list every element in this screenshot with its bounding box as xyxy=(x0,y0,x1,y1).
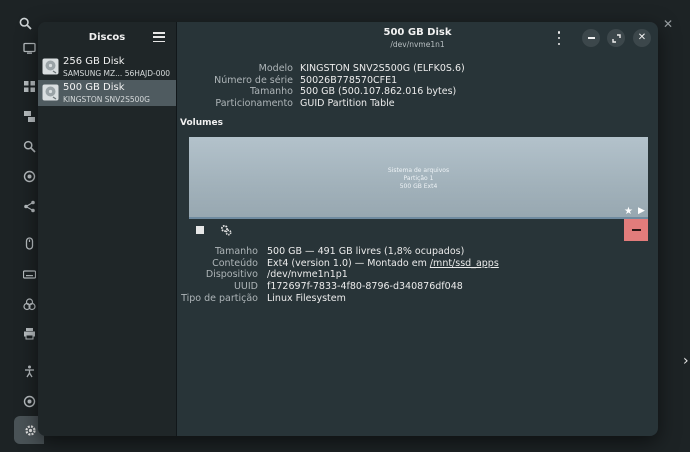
disk-name: 500 GB Disk xyxy=(63,82,125,93)
printer-icon[interactable] xyxy=(21,325,37,341)
disk-drive-icon xyxy=(42,58,59,75)
partition-label-uuid: UUID xyxy=(233,281,258,292)
info-label-partitioning: Particionamento xyxy=(215,98,293,109)
partition-options-button[interactable] xyxy=(215,219,237,240)
keyboard-icon[interactable] xyxy=(21,266,37,282)
unmount-button[interactable] xyxy=(189,219,211,240)
disk-list-item-selected[interactable]: 500 GB Disk KINGSTON SNV2S500G xyxy=(38,80,176,106)
partition-label-content: Conteúdo xyxy=(212,258,258,269)
disk-list-item[interactable]: 256 GB Disk SAMSUNG MZ... 56HAJD-000 xyxy=(38,54,176,80)
volume-partition: Partição 1 xyxy=(403,175,434,182)
accessibility-icon[interactable] xyxy=(21,363,37,379)
minimize-button[interactable] xyxy=(582,29,600,47)
settings-content-edge xyxy=(658,0,690,452)
close-icon: ✕ xyxy=(637,32,647,43)
sharing-icon[interactable] xyxy=(21,393,37,409)
content-text: Ext4 (version 1.0) — Montado em xyxy=(267,258,430,269)
maximize-button[interactable] xyxy=(607,29,625,47)
stop-icon xyxy=(196,225,204,234)
disk-name: 256 GB Disk xyxy=(63,56,125,67)
gear-icon xyxy=(22,422,38,438)
partition-value-type: Linux Filesystem xyxy=(267,293,346,304)
delete-partition-button[interactable] xyxy=(624,219,648,241)
partition-value-device: /dev/nvme1n1p1 xyxy=(267,269,348,280)
star-icon: ★ xyxy=(624,206,633,217)
color-icon[interactable] xyxy=(21,296,37,312)
partition-volume[interactable]: Sistema de arquivos Partição 1 500 GB Ex… xyxy=(189,137,648,219)
disks-sidebar: Discos 256 GB Disk SAMSUNG MZ... 56HAJD-… xyxy=(38,22,177,436)
info-value-size: 500 GB (500.107.862.016 bytes) xyxy=(300,86,457,97)
mount-point-link[interactable]: /mnt/ssd_apps xyxy=(430,258,499,269)
partition-value-size: 500 GB — 491 GB livres (1,8% ocupados) xyxy=(267,246,465,257)
partition-label-type: Tipo de partição xyxy=(181,293,258,304)
maximize-icon xyxy=(611,33,621,43)
privacy-icon[interactable] xyxy=(21,168,37,184)
disk-model: SAMSUNG MZ... 56HAJD-000 xyxy=(63,69,171,78)
gears-icon xyxy=(221,224,232,236)
volumes-heading: Volumes xyxy=(180,118,223,128)
info-value-model: KINGSTON SNV2S500G (ELFK0S.6) xyxy=(300,63,465,74)
partition-value-content: Ext4 (version 1.0) — Montado em /mnt/ssd… xyxy=(267,258,499,269)
volume-type: Sistema de arquivos xyxy=(387,167,450,174)
hamburger-icon[interactable] xyxy=(153,31,165,43)
grid-icon[interactable] xyxy=(21,78,37,94)
info-value-serial: 50026B778570CFE1 xyxy=(300,75,398,86)
partition-label-device: Dispositivo xyxy=(205,269,258,280)
share-icon[interactable] xyxy=(21,198,37,214)
kebab-menu-icon[interactable] xyxy=(549,31,569,45)
disks-window: Discos 256 GB Disk SAMSUNG MZ... 56HAJD-… xyxy=(38,22,658,436)
info-label-size: Tamanho xyxy=(250,86,293,97)
play-icon: ▶ xyxy=(638,206,645,216)
info-label-serial: Número de série xyxy=(214,75,293,86)
mouse-icon[interactable] xyxy=(21,235,37,251)
disk-model: KINGSTON SNV2S500G xyxy=(63,95,150,104)
sidebar-header: Discos xyxy=(38,22,176,54)
chevron-right-icon: › xyxy=(683,353,689,369)
minus-icon xyxy=(631,229,641,231)
minimize-icon xyxy=(587,37,595,39)
info-value-partitioning: GUID Partition Table xyxy=(300,98,395,109)
search-settings-icon[interactable] xyxy=(21,138,37,154)
multitasking-icon[interactable] xyxy=(21,108,37,124)
display-icon[interactable] xyxy=(21,40,37,56)
partition-value-uuid: f172697f-7833-4f80-8796-d340876df048 xyxy=(267,281,463,292)
volume-size: 500 GB Ext4 xyxy=(399,183,438,190)
close-button[interactable]: ✕ xyxy=(633,29,651,47)
partition-label-size: Tamanho xyxy=(215,246,258,257)
info-label-model: Modelo xyxy=(258,63,293,74)
disk-drive-icon xyxy=(42,84,59,101)
volume-toolbar xyxy=(189,219,648,241)
